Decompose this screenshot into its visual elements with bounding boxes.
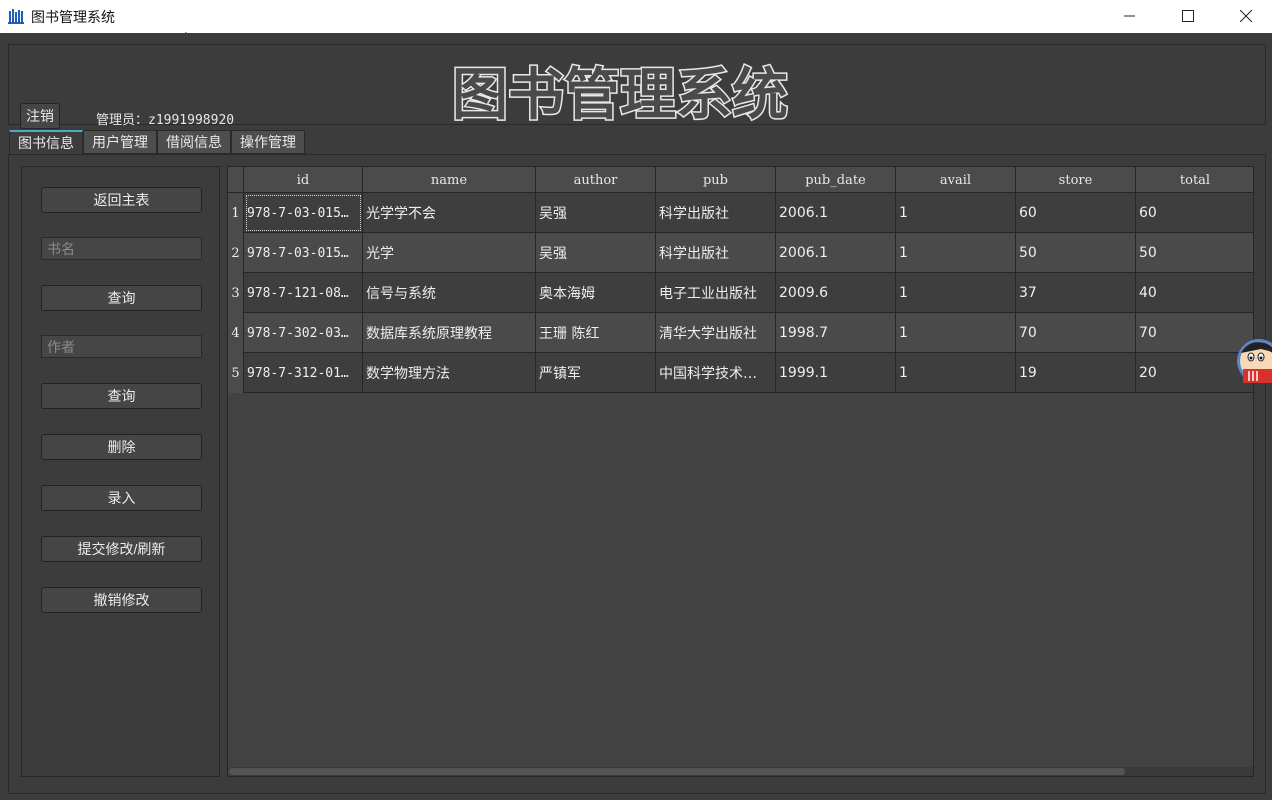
tab-operation-management[interactable]: 操作管理 [231, 130, 305, 154]
cell-author[interactable]: 吴强 [536, 193, 656, 233]
cell-total[interactable]: 50 [1136, 233, 1253, 273]
cell-avail[interactable]: 1 [896, 193, 1016, 233]
system-logo-title: 图书管理系统 [451, 62, 790, 127]
cell-store[interactable]: 60 [1016, 193, 1136, 233]
close-icon [1240, 10, 1252, 22]
cell-avail[interactable]: 1 [896, 233, 1016, 273]
logout-button[interactable]: 注销 [20, 103, 60, 129]
cell-pub[interactable]: 清华大学出版社 [656, 313, 776, 353]
delete-button[interactable]: 删除 [41, 434, 202, 460]
cell-total[interactable]: 60 [1136, 193, 1253, 233]
row-number[interactable]: 4 [228, 313, 244, 353]
cell-avail[interactable]: 1 [896, 273, 1016, 313]
left-control-panel: 返回主表 书名 查询 作者 查询 删除 录入 提交修改/刷新 撤销修改 [21, 166, 220, 777]
cell-name[interactable]: 光学学不会 [363, 193, 536, 233]
tab-user-management[interactable]: 用户管理 [83, 130, 157, 154]
insert-button[interactable]: 录入 [41, 485, 202, 511]
table-header: id name author pub pub_date avail store … [228, 167, 1253, 193]
table-row[interactable]: 5 978-7-312-01… 数学物理方法 严镇军 中国科学技术… 1999.… [228, 353, 1253, 393]
books-table[interactable]: id name author pub pub_date avail store … [227, 166, 1254, 777]
cell-store[interactable]: 70 [1016, 313, 1136, 353]
cell-name[interactable]: 光学 [363, 233, 536, 273]
book-name-input[interactable]: 书名 [41, 237, 202, 260]
row-number[interactable]: 5 [228, 353, 244, 393]
cell-store[interactable]: 50 [1016, 233, 1136, 273]
cell-author[interactable]: 严镇军 [536, 353, 656, 393]
minimize-icon [1124, 15, 1135, 17]
cell-pub-date[interactable]: 1998.7 [776, 313, 896, 353]
column-header-id[interactable]: id [244, 167, 363, 193]
minimize-button[interactable] [1101, 0, 1159, 32]
cell-id[interactable]: 978-7-03-015… [244, 233, 363, 273]
cell-name[interactable]: 信号与系统 [363, 273, 536, 313]
title-bar: 图书管理系统 [0, 0, 1272, 33]
cell-pub-date[interactable]: 2006.1 [776, 193, 896, 233]
cell-pub-date[interactable]: 2006.1 [776, 233, 896, 273]
cell-avail[interactable]: 1 [896, 313, 1016, 353]
column-header-pub-date[interactable]: pub_date [776, 167, 896, 193]
tab-book-info[interactable]: 图书信息 [9, 130, 83, 154]
column-header-total[interactable]: total [1136, 167, 1253, 193]
row-number[interactable]: 3 [228, 273, 244, 313]
horizontal-scrollbar[interactable] [229, 767, 1253, 776]
cell-name[interactable]: 数学物理方法 [363, 353, 536, 393]
cell-pub-date[interactable]: 2009.6 [776, 273, 896, 313]
cell-id[interactable]: 978-7-312-01… [244, 353, 363, 393]
cell-id[interactable]: 978-7-03-015… [244, 193, 363, 233]
window-title: 图书管理系统 [31, 10, 115, 26]
cell-author[interactable]: 奥本海姆 [536, 273, 656, 313]
maximize-button[interactable] [1159, 0, 1217, 32]
cell-id[interactable]: 978-7-302-03… [244, 313, 363, 353]
cell-store[interactable]: 37 [1016, 273, 1136, 313]
cell-author[interactable]: 王珊 陈红 [536, 313, 656, 353]
column-header-store[interactable]: store [1016, 167, 1136, 193]
logo-text: 图书管理系统 [452, 63, 788, 126]
cell-pub[interactable]: 电子工业出版社 [656, 273, 776, 313]
table-row[interactable]: 2 978-7-03-015… 光学 吴强 科学出版社 2006.1 1 50 … [228, 233, 1253, 273]
close-button[interactable] [1217, 0, 1272, 32]
tab-borrow-info[interactable]: 借阅信息 [157, 130, 231, 154]
cell-id[interactable]: 978-7-121-08… [244, 273, 363, 313]
submit-refresh-button[interactable]: 提交修改/刷新 [41, 536, 202, 562]
corner-header[interactable] [228, 167, 244, 193]
row-number[interactable]: 1 [228, 193, 244, 233]
cell-pub[interactable]: 科学出版社 [656, 193, 776, 233]
app-books-icon [8, 8, 24, 24]
table-row[interactable]: 4 978-7-302-03… 数据库系统原理教程 王珊 陈红 清华大学出版社 … [228, 313, 1253, 353]
scrollbar-thumb[interactable] [229, 768, 1125, 775]
cell-pub[interactable]: 科学出版社 [656, 233, 776, 273]
back-to-main-table-button[interactable]: 返回主表 [41, 187, 202, 213]
row-number[interactable]: 2 [228, 233, 244, 273]
header-box: 注销 管理员：z1991998920 图书管理系统 [8, 44, 1266, 129]
table-row[interactable]: 1 978-7-03-015… 光学学不会 吴强 科学出版社 2006.1 1 … [228, 193, 1253, 233]
cell-author[interactable]: 吴强 [536, 233, 656, 273]
column-header-author[interactable]: author [536, 167, 656, 193]
maximize-icon [1182, 10, 1194, 22]
column-header-name[interactable]: name [363, 167, 536, 193]
query-by-name-button[interactable]: 查询 [41, 285, 202, 311]
cell-store[interactable]: 19 [1016, 353, 1136, 393]
floating-cartoon-avatar-icon[interactable] [1235, 337, 1272, 385]
admin-label: 管理员：z1991998920 [96, 113, 235, 128]
column-header-avail[interactable]: avail [896, 167, 1016, 193]
author-input[interactable]: 作者 [41, 335, 202, 358]
table-row[interactable]: 3 978-7-121-08… 信号与系统 奥本海姆 电子工业出版社 2009.… [228, 273, 1253, 313]
revert-changes-button[interactable]: 撤销修改 [41, 587, 202, 613]
cell-pub[interactable]: 中国科学技术… [656, 353, 776, 393]
cell-name[interactable]: 数据库系统原理教程 [363, 313, 536, 353]
cell-avail[interactable]: 1 [896, 353, 1016, 393]
query-by-author-button[interactable]: 查询 [41, 383, 202, 409]
column-header-pub[interactable]: pub [656, 167, 776, 193]
main-window: 注销 管理员：z1991998920 图书管理系统 图书信息 用户管理 借阅信息… [0, 33, 1272, 800]
cell-pub-date[interactable]: 1999.1 [776, 353, 896, 393]
tab-bar: 图书信息 用户管理 借阅信息 操作管理 [9, 130, 305, 154]
cell-total[interactable]: 40 [1136, 273, 1253, 313]
